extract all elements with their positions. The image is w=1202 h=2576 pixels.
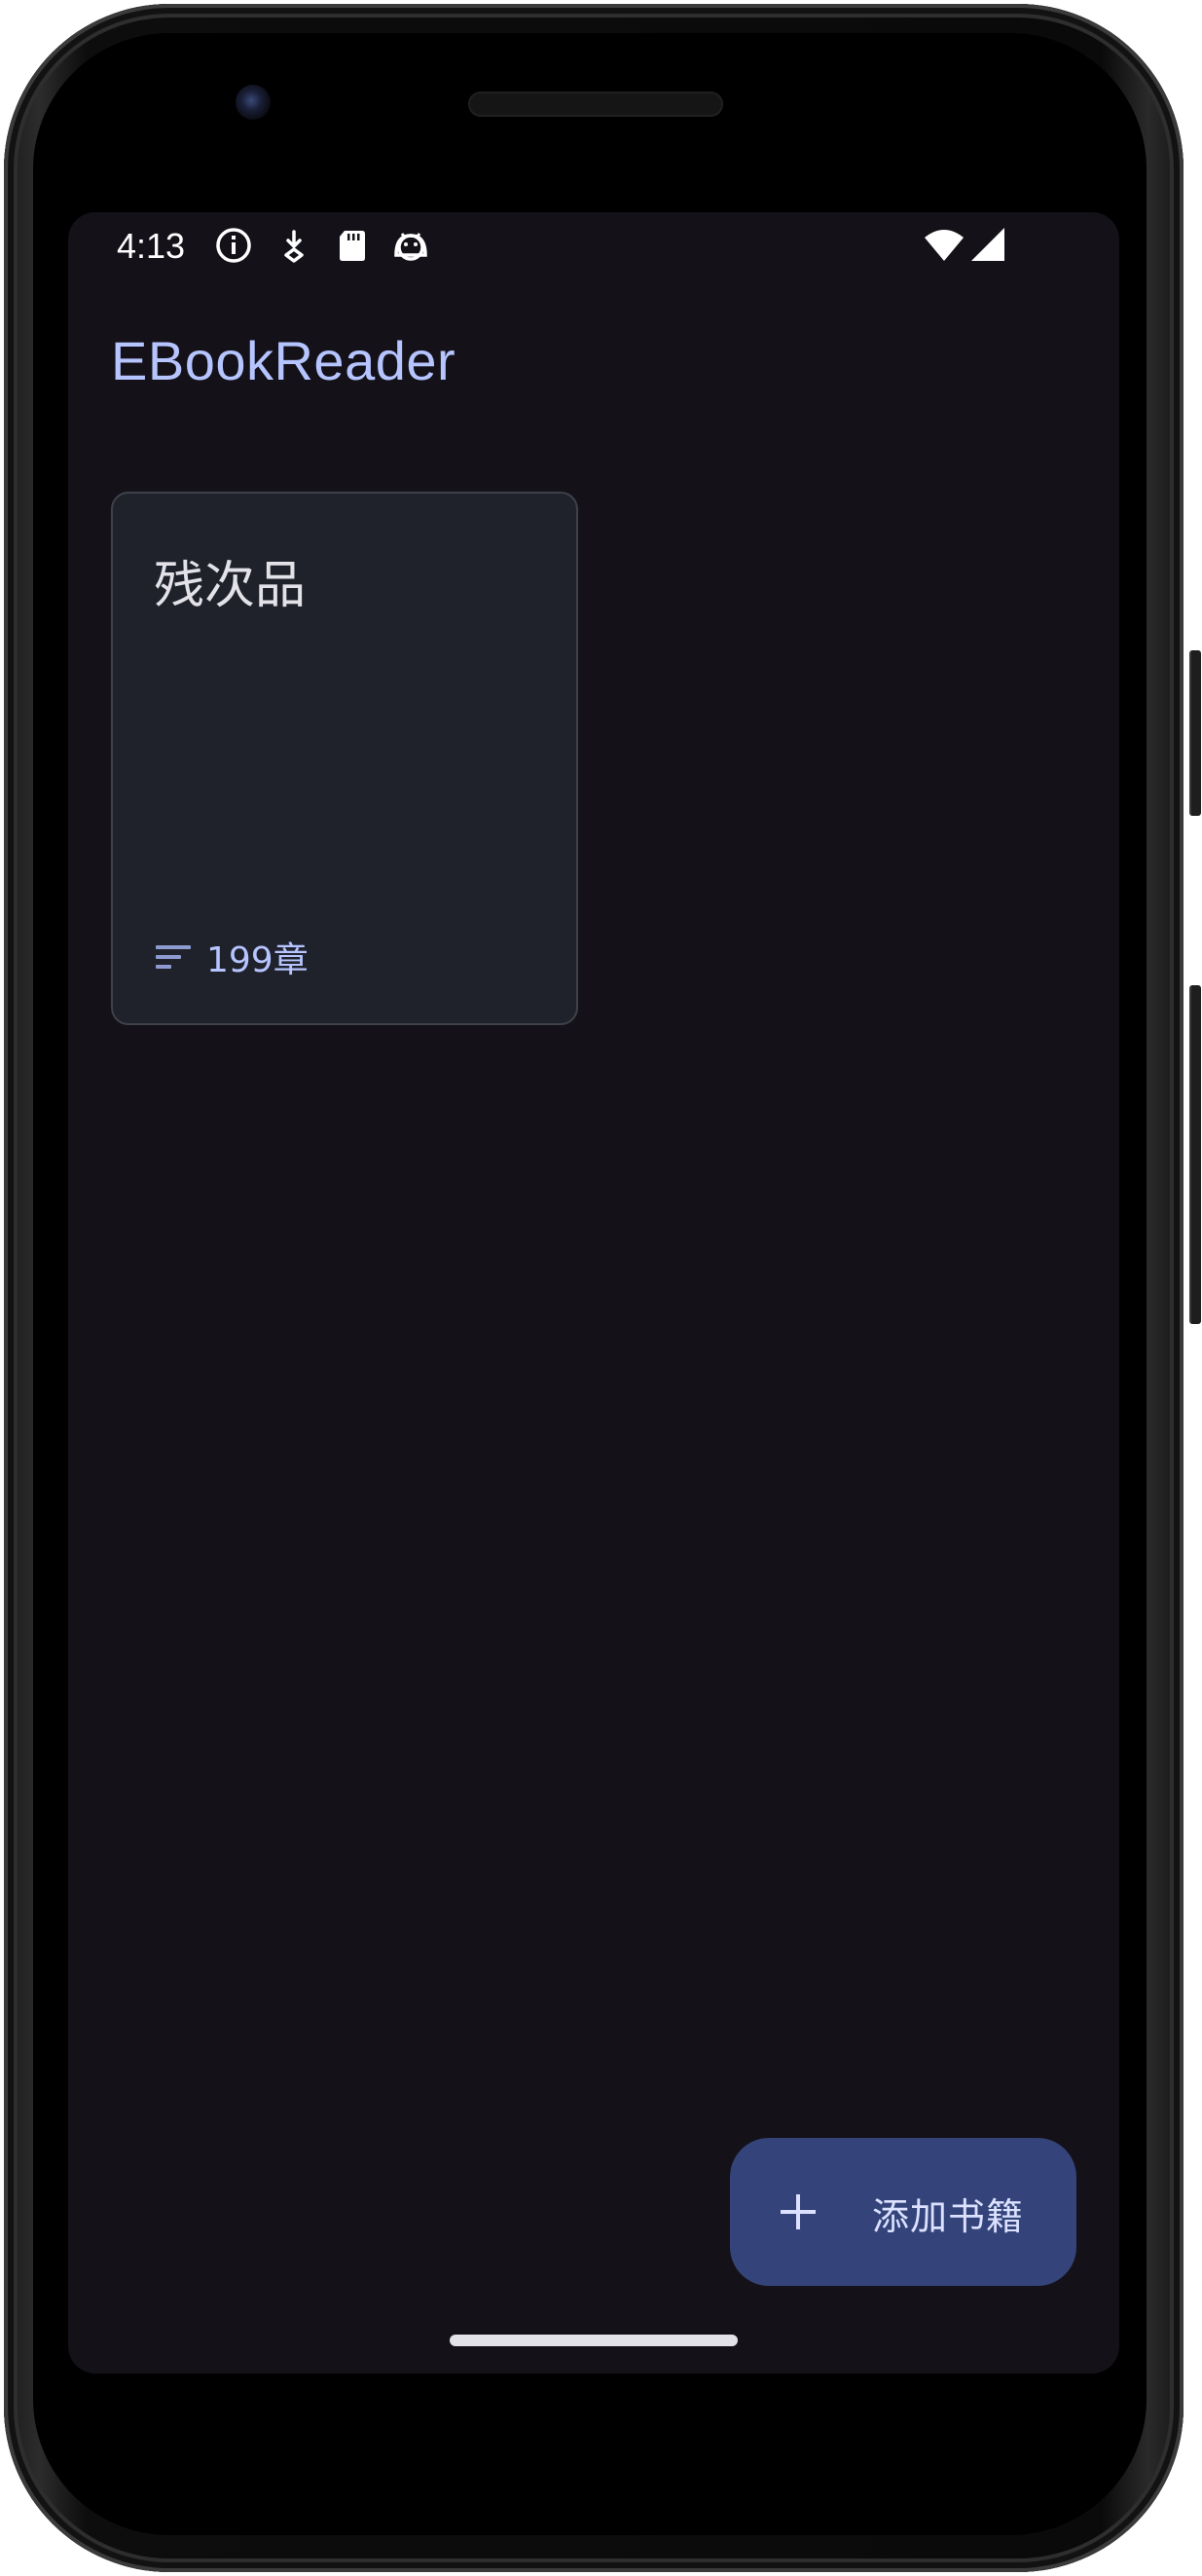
front-camera	[236, 85, 271, 120]
status-time: 4:13	[117, 226, 186, 266]
info-icon	[216, 228, 251, 263]
book-title: 残次品	[154, 557, 307, 615]
screen: 4:13 EBookReader 残次品 199章 添加书籍	[68, 212, 1119, 2374]
chapter-count-label: 199章	[206, 940, 309, 980]
volume-button	[1189, 985, 1201, 1324]
book-card[interactable]: 残次品 199章	[111, 492, 578, 1025]
wifi-icon	[925, 230, 964, 261]
download-icon	[284, 230, 304, 263]
plus-icon	[781, 2194, 816, 2229]
gesture-nav-handle[interactable]	[450, 2335, 738, 2346]
add-book-button[interactable]: 添加书籍	[730, 2138, 1076, 2286]
signal-icon	[971, 228, 1004, 261]
android-debug-icon	[394, 233, 427, 261]
sd-card-icon	[340, 231, 365, 261]
power-button	[1189, 650, 1201, 816]
list-icon	[156, 945, 191, 969]
book-chapter-count: 199章	[154, 932, 309, 982]
add-book-label: 添加书籍	[872, 2195, 1025, 2238]
app-title: EBookReader	[111, 330, 456, 391]
status-bar: 4:13	[68, 212, 1119, 282]
earpiece-speaker	[468, 92, 723, 117]
